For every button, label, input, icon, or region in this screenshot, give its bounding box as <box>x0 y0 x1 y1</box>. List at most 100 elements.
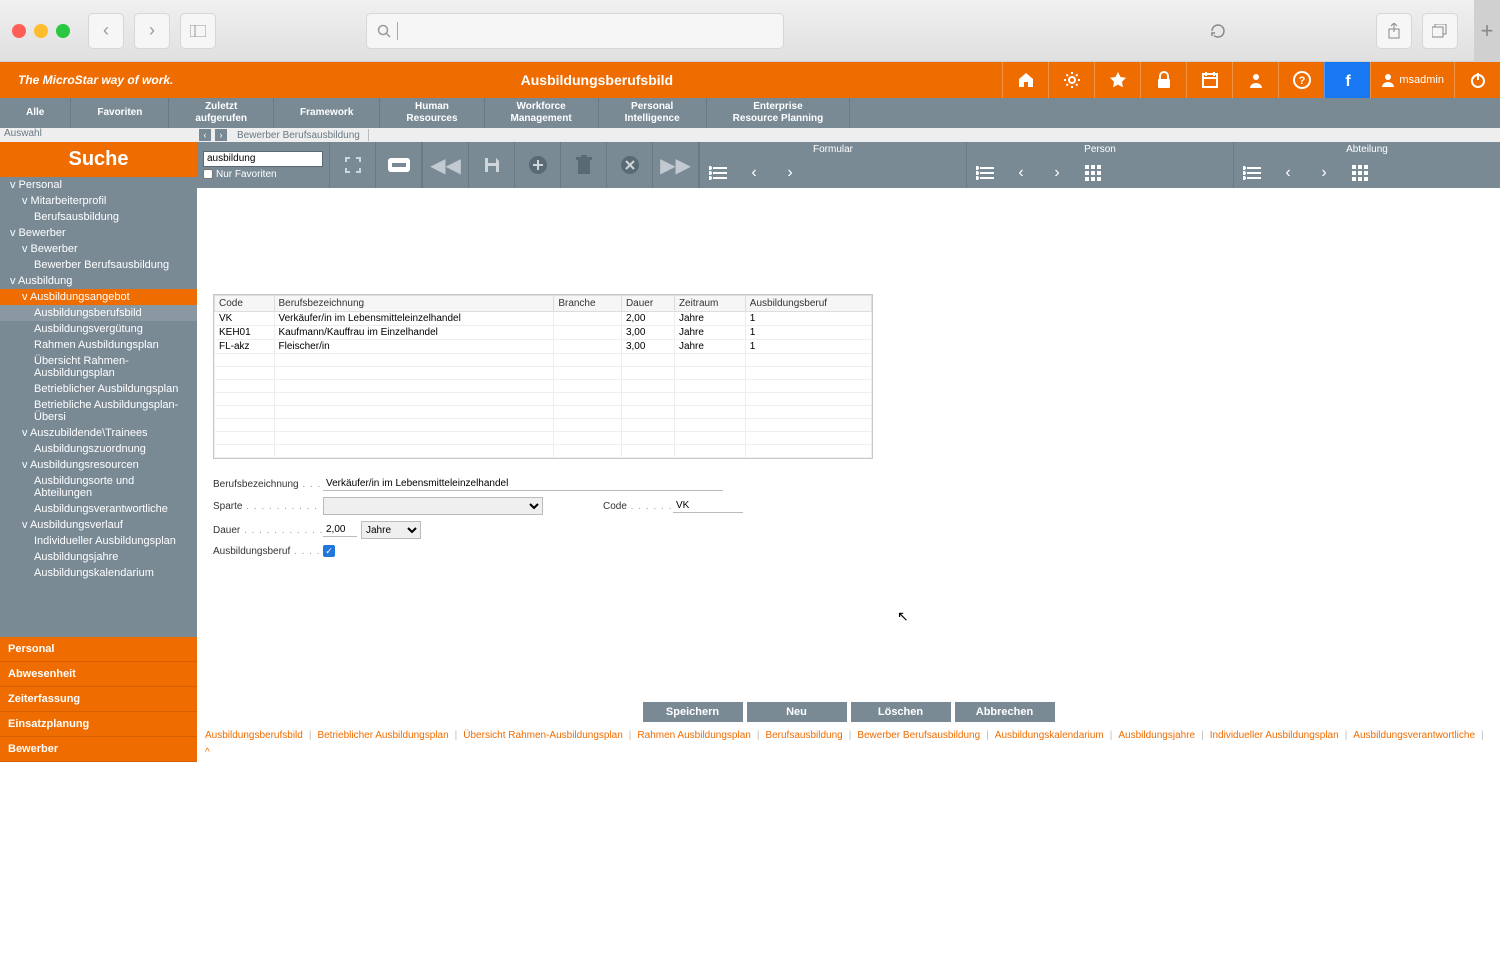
formular-list-icon[interactable] <box>700 158 736 188</box>
tabs-icon[interactable] <box>1422 13 1458 49</box>
menu-enterprise-resource-planning[interactable]: EnterpriseResource Planning <box>707 98 851 128</box>
sparte-select[interactable] <box>323 497 543 515</box>
tree-ausbildungsorte-und-abteilungen[interactable]: Ausbildungsorte und Abteilungen <box>0 473 197 501</box>
tree-ausbildungsresourcen[interactable]: v Ausbildungsresourcen <box>0 457 197 473</box>
footer-link-6[interactable]: Ausbildungskalendarium <box>995 730 1104 741</box>
tree-bewerber[interactable]: v Bewerber <box>0 241 197 257</box>
tree-mitarbeiterprofil[interactable]: v Mitarbeiterprofil <box>0 193 197 209</box>
category-zeiterfassung[interactable]: Zeiterfassung <box>0 687 197 712</box>
search-input[interactable] <box>203 151 323 167</box>
abteilung-prev-icon[interactable]: ‹ <box>1270 158 1306 188</box>
menu-zuletzt-aufgerufen[interactable]: Zuletztaufgerufen <box>169 98 274 128</box>
tree-rahmen-ausbildungsplan[interactable]: Rahmen Ausbildungsplan <box>0 337 197 353</box>
footer-link-9[interactable]: Ausbildungsverantwortliche <box>1353 730 1475 741</box>
person-next-icon[interactable]: › <box>1039 158 1075 188</box>
category-einsatzplanung[interactable]: Einsatzplanung <box>0 712 197 737</box>
home-icon[interactable] <box>1002 62 1048 98</box>
tree-ausbildungsberufsbild[interactable]: Ausbildungsberufsbild <box>0 305 197 321</box>
col-berufsbezeichnung[interactable]: Berufsbezeichnung <box>274 296 554 312</box>
abteilung-grid-icon[interactable] <box>1342 158 1378 188</box>
formular-prev-icon[interactable]: ‹ <box>736 158 772 188</box>
gear-icon[interactable] <box>1048 62 1094 98</box>
tree-individueller-ausbildungsplan[interactable]: Individueller Ausbildungsplan <box>0 533 197 549</box>
favorites-checkbox[interactable]: Nur Favoriten <box>203 169 323 180</box>
delete-icon[interactable] <box>560 142 606 188</box>
tree-ausbildungsverg-tung[interactable]: Ausbildungsvergütung <box>0 321 197 337</box>
rewind-icon[interactable]: ◀◀ <box>422 142 468 188</box>
cancel-button[interactable]: Abbrechen <box>955 702 1055 722</box>
footer-link-2[interactable]: Übersicht Rahmen-Ausbildungsplan <box>463 730 623 741</box>
footer-link-10[interactable]: ^ <box>205 747 210 758</box>
person-list-icon[interactable] <box>967 158 1003 188</box>
address-bar[interactable] <box>366 13 784 49</box>
menu-alle[interactable]: Alle <box>0 98 71 128</box>
category-bewerber[interactable]: Bewerber <box>0 737 197 762</box>
footer-link-1[interactable]: Betrieblicher Ausbildungsplan <box>317 730 448 741</box>
person-prev-icon[interactable]: ‹ <box>1003 158 1039 188</box>
tree-personal[interactable]: v Personal <box>0 177 197 193</box>
cancel-icon[interactable] <box>606 142 652 188</box>
col-code[interactable]: Code <box>215 296 275 312</box>
back-button[interactable]: ‹ <box>88 13 124 49</box>
abteilung-next-icon[interactable]: › <box>1306 158 1342 188</box>
abteilung-list-icon[interactable] <box>1234 158 1270 188</box>
col-dauer[interactable]: Dauer <box>621 296 674 312</box>
data-grid[interactable]: CodeBerufsbezeichnungBrancheDauerZeitrau… <box>213 294 873 459</box>
tree-betrieblicher-ausbildungsplan[interactable]: Betrieblicher Ausbildungsplan <box>0 381 197 397</box>
person-icon[interactable] <box>1232 62 1278 98</box>
help-icon[interactable]: ? <box>1278 62 1324 98</box>
tree-berufsausbildung[interactable]: Berufsausbildung <box>0 209 197 225</box>
calendar-icon[interactable] <box>1186 62 1232 98</box>
footer-link-0[interactable]: Ausbildungsberufsbild <box>205 730 303 741</box>
tree-ausbildungskalendarium[interactable]: Ausbildungskalendarium <box>0 565 197 581</box>
breadcrumb-prev-icon[interactable]: ‹ <box>199 129 211 141</box>
minimize-window-icon[interactable] <box>34 24 48 38</box>
tree-betriebliche-ausbildungsplan-bersi[interactable]: Betriebliche Ausbildungsplan- Übersi <box>0 397 197 425</box>
tree-ausbildungsverlauf[interactable]: v Ausbildungsverlauf <box>0 517 197 533</box>
tree-ausbildungsangebot[interactable]: v Ausbildungsangebot <box>0 289 197 305</box>
table-row[interactable]: KEH01Kaufmann/Kauffrau im Einzelhandel3,… <box>215 326 872 340</box>
col-ausbildungsberuf[interactable]: Ausbildungsberuf <box>745 296 871 312</box>
person-grid-icon[interactable] <box>1075 158 1111 188</box>
footer-link-3[interactable]: Rahmen Ausbildungsplan <box>637 730 750 741</box>
close-window-icon[interactable] <box>12 24 26 38</box>
reload-icon[interactable] <box>1200 13 1236 49</box>
facebook-icon[interactable]: f <box>1324 62 1370 98</box>
tree-auszubildende-trainees[interactable]: v Auszubildende\Trainees <box>0 425 197 441</box>
lock-icon[interactable] <box>1140 62 1186 98</box>
col-zeitraum[interactable]: Zeitraum <box>674 296 745 312</box>
footer-link-8[interactable]: Individueller Ausbildungsplan <box>1210 730 1339 741</box>
category-abwesenheit[interactable]: Abwesenheit <box>0 662 197 687</box>
tree--bersicht-rahmen-ausbildungsplan[interactable]: Übersicht Rahmen-Ausbildungsplan <box>0 353 197 381</box>
menu-workforce-management[interactable]: WorkforceManagement <box>485 98 599 128</box>
forward-icon[interactable]: ▶▶ <box>652 142 698 188</box>
power-icon[interactable] <box>1454 62 1500 98</box>
share-icon[interactable] <box>1376 13 1412 49</box>
zeitraum-select[interactable]: Jahre <box>361 521 421 539</box>
menu-personal-intelligence[interactable]: PersonalIntelligence <box>599 98 707 128</box>
berufsbez-field[interactable] <box>323 477 723 491</box>
save-button[interactable]: Speichern <box>643 702 743 722</box>
tree-ausbildungsjahre[interactable]: Ausbildungsjahre <box>0 549 197 565</box>
maximize-window-icon[interactable] <box>56 24 70 38</box>
tree-bewerber-berufsausbildung[interactable]: Bewerber Berufsausbildung <box>0 257 197 273</box>
dauer-field[interactable] <box>323 523 357 537</box>
new-button[interactable]: Neu <box>747 702 847 722</box>
table-row[interactable]: VKVerkäufer/in im Lebensmitteleinzelhand… <box>215 312 872 326</box>
menu-human-resources[interactable]: HumanResources <box>380 98 484 128</box>
col-branche[interactable]: Branche <box>554 296 622 312</box>
footer-link-5[interactable]: Bewerber Berufsausbildung <box>857 730 980 741</box>
breadcrumb-next-icon[interactable]: › <box>215 129 227 141</box>
delete-button[interactable]: Löschen <box>851 702 951 722</box>
star-icon[interactable] <box>1094 62 1140 98</box>
formular-next-icon[interactable]: › <box>772 158 808 188</box>
user-menu[interactable]: msadmin <box>1370 62 1454 98</box>
category-personal[interactable]: Personal <box>0 637 197 662</box>
ausbildungsberuf-checkbox[interactable]: ✓ <box>323 545 335 557</box>
tree-ausbildung[interactable]: v Ausbildung <box>0 273 197 289</box>
save-icon[interactable] <box>468 142 514 188</box>
add-icon[interactable] <box>514 142 560 188</box>
footer-link-4[interactable]: Berufsausbildung <box>765 730 842 741</box>
tree-ausbildungszuordnung[interactable]: Ausbildungszuordnung <box>0 441 197 457</box>
card-icon[interactable] <box>375 142 421 188</box>
